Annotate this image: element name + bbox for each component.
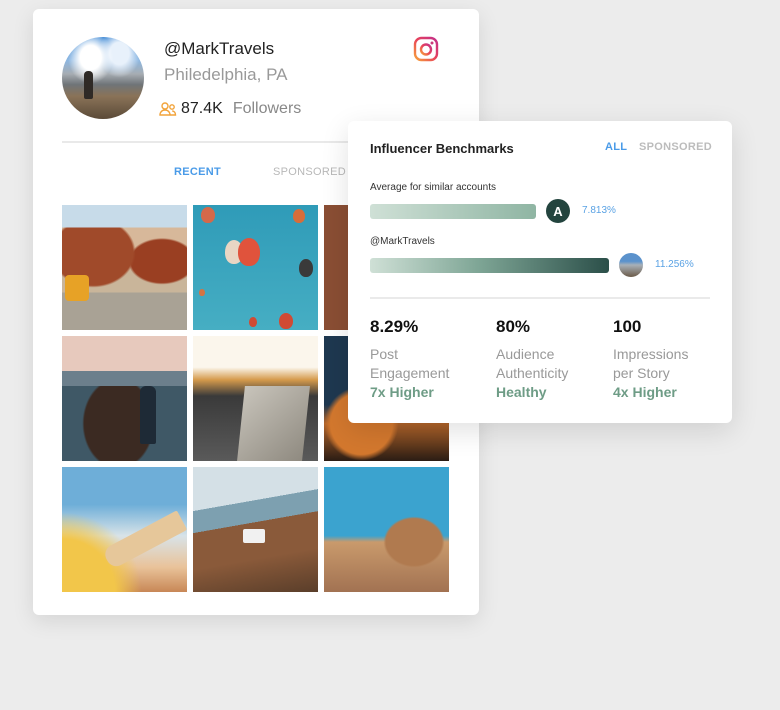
- brand-logo-icon: A: [546, 199, 570, 223]
- photo-tile[interactable]: [193, 336, 318, 461]
- followers-count: 87.4K: [181, 100, 223, 117]
- stat-label: Impressions: [613, 346, 689, 362]
- profile-location: Philedelphia, PA: [164, 65, 288, 84]
- stat-impressions-per-story: 100 Impressions per Story 4x Higher: [613, 317, 688, 402]
- photo-tile[interactable]: [62, 336, 187, 461]
- photo-tile[interactable]: [62, 205, 187, 330]
- benchmark-bar-user: [370, 258, 609, 273]
- stat-label: Audience: [496, 346, 555, 362]
- stat-value: 80%: [496, 317, 531, 336]
- photo-tile[interactable]: [193, 467, 318, 592]
- followers-icon: [159, 102, 177, 116]
- tab-sponsored[interactable]: SPONSORED: [273, 166, 346, 178]
- stat-audience-authenticity: 80% Audience Authenticity Healthy: [496, 317, 568, 402]
- benchmarks-divider: [370, 297, 710, 299]
- profile-avatar[interactable]: [62, 37, 144, 119]
- benchmark-row-label: Average for similar accounts: [370, 182, 496, 193]
- stat-label: Post: [370, 346, 399, 362]
- tab-benchmark-sponsored[interactable]: SPONSORED: [639, 141, 712, 153]
- benchmark-value: 11.256%: [655, 259, 694, 270]
- stat-value: 8.29%: [370, 317, 419, 336]
- benchmark-value: 7.813%: [582, 205, 616, 216]
- benchmark-row-label: @MarkTravels: [370, 236, 435, 247]
- user-avatar: [619, 253, 643, 277]
- stat-label: Authenticity: [496, 365, 569, 381]
- stat-label: per Story: [613, 365, 670, 381]
- benchmarks-title: Influencer Benchmarks: [370, 141, 514, 156]
- photo-tile[interactable]: [193, 205, 318, 330]
- stat-comparison: 7x Higher: [370, 384, 434, 400]
- stat-post-engagement: 8.29% Post Engagement 7x Higher: [370, 317, 449, 402]
- stat-comparison: 4x Higher: [613, 384, 677, 400]
- photo-tile[interactable]: [62, 467, 187, 592]
- photo-tile[interactable]: [324, 467, 449, 592]
- tab-all[interactable]: ALL: [605, 141, 627, 153]
- profile-handle[interactable]: @MarkTravels: [164, 39, 274, 59]
- stat-label: Engagement: [370, 365, 450, 381]
- instagram-icon[interactable]: [413, 36, 439, 62]
- stat-value: 100: [613, 317, 642, 336]
- followers-stat: 87.4K Followers: [159, 100, 301, 118]
- benchmarks-card: Influencer Benchmarks ALL SPONSORED Aver…: [348, 121, 732, 423]
- benchmark-bar-average: [370, 204, 536, 219]
- tab-recent[interactable]: RECENT: [174, 166, 221, 178]
- followers-label: Followers: [232, 100, 302, 117]
- stat-comparison: Healthy: [496, 384, 547, 400]
